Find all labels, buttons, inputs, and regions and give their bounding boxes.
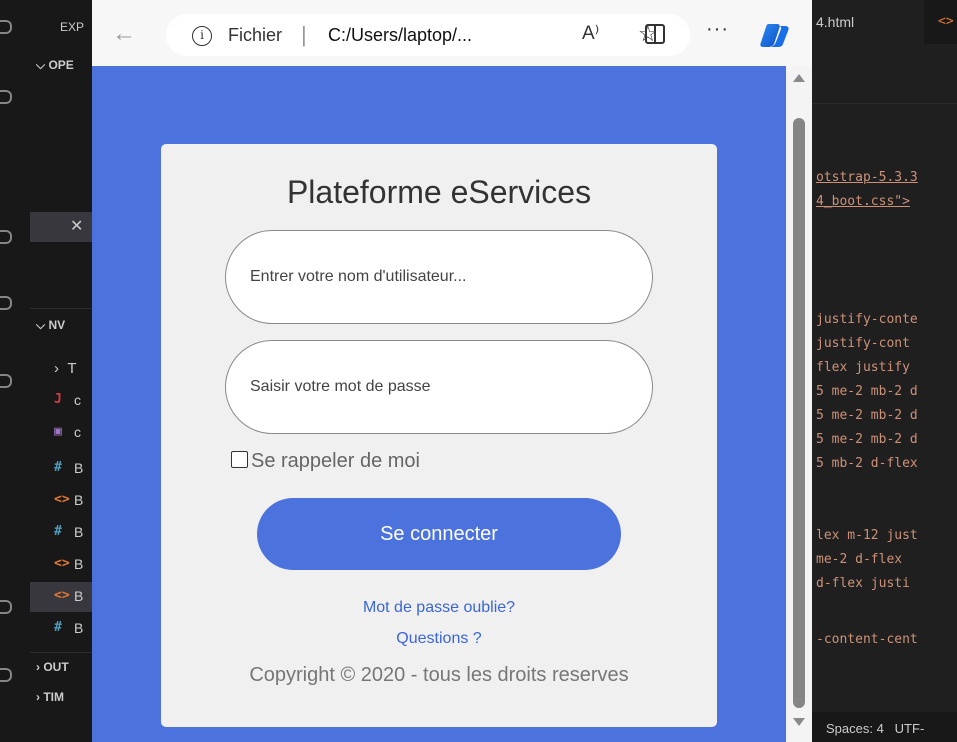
login-card: Plateforme eServices Se rappeler de moi … bbox=[161, 144, 717, 727]
file-item[interactable]: B bbox=[74, 524, 83, 540]
forgot-password-link[interactable]: Mot de passe oublie? bbox=[161, 599, 717, 617]
scroll-down-arrow-icon[interactable] bbox=[793, 718, 805, 726]
copilot-icon[interactable] bbox=[760, 22, 790, 48]
code-line[interactable]: 4_boot.css"> bbox=[816, 194, 910, 209]
code-line[interactable]: flex justify bbox=[816, 360, 910, 375]
code-line[interactable]: 5 me-2 mb-2 d bbox=[816, 408, 918, 423]
remember-checkbox[interactable] bbox=[231, 451, 248, 468]
vscode-activity-bar bbox=[0, 0, 30, 742]
copyright-text: Copyright © 2020 - tous les droits reser… bbox=[249, 664, 629, 686]
html-tab-icon[interactable]: <> bbox=[938, 14, 954, 29]
outline-section[interactable]: › OUT bbox=[36, 660, 69, 674]
scrollbar-thumb[interactable] bbox=[793, 118, 805, 708]
code-line[interactable]: 5 me-2 mb-2 d bbox=[816, 432, 918, 447]
code-line[interactable]: 5 me-2 mb-2 d bbox=[816, 384, 918, 399]
section-divider bbox=[30, 652, 92, 653]
login-button[interactable]: Se connecter bbox=[257, 498, 621, 570]
timeline-section[interactable]: › TIM bbox=[36, 690, 64, 704]
code-line[interactable]: me-2 d-flex bbox=[816, 552, 902, 567]
file-item[interactable]: B bbox=[74, 556, 83, 572]
close-icon[interactable]: ✕ bbox=[70, 216, 83, 236]
status-spaces[interactable]: Spaces: 4 bbox=[826, 721, 884, 736]
account-icon[interactable] bbox=[0, 600, 12, 614]
search-icon[interactable] bbox=[0, 90, 12, 104]
code-line[interactable]: -content-cent bbox=[816, 632, 918, 647]
editor-tab[interactable]: 4.html bbox=[812, 0, 924, 44]
back-arrow-icon[interactable]: ← bbox=[112, 20, 140, 48]
image-file-icon: ▣ bbox=[54, 424, 62, 439]
browser-window: ← i Fichier | C:/Users/laptop/... A⁾ ☆ ·… bbox=[92, 0, 812, 742]
read-aloud-icon[interactable]: A⁾ bbox=[582, 22, 599, 45]
scroll-up-arrow-icon[interactable] bbox=[793, 74, 805, 82]
html-file-icon: <> bbox=[54, 492, 70, 507]
code-line[interactable]: justify-conte bbox=[816, 312, 918, 327]
timeline-label: TIM bbox=[43, 690, 65, 704]
css-file-icon: # bbox=[54, 524, 62, 539]
section-divider bbox=[30, 308, 92, 309]
explorer-icon[interactable] bbox=[0, 20, 12, 34]
remember-label: Se rappeler de moi bbox=[251, 450, 420, 472]
page-viewport: Plateforme eServices Se rappeler de moi … bbox=[92, 66, 786, 742]
code-line[interactable]: otstrap-5.3.3 bbox=[816, 170, 918, 185]
file-item[interactable]: B bbox=[74, 460, 83, 476]
project-section[interactable]: ⌵ NV bbox=[36, 318, 65, 333]
editor-tab-bar: 4.html <> bbox=[812, 0, 957, 44]
run-icon[interactable] bbox=[0, 230, 12, 244]
info-icon[interactable]: i bbox=[192, 26, 212, 46]
folder-item[interactable]: › T bbox=[54, 360, 77, 377]
code-line[interactable]: justify-cont bbox=[816, 336, 910, 351]
code-line[interactable]: d-flex justi bbox=[816, 576, 910, 591]
html-file-icon: <> bbox=[54, 588, 70, 603]
open-editors-label: OPE bbox=[48, 58, 74, 72]
password-input[interactable] bbox=[225, 340, 653, 434]
explorer-header: EXP bbox=[60, 20, 85, 34]
address-divider: | bbox=[301, 22, 307, 47]
file-item[interactable]: B bbox=[74, 492, 83, 508]
code-line[interactable]: lex m-12 just bbox=[816, 528, 918, 543]
outline-label: OUT bbox=[43, 660, 69, 674]
split-screen-icon[interactable] bbox=[645, 24, 665, 44]
scheme-label: Fichier bbox=[228, 25, 283, 45]
address-bar[interactable]: i Fichier | C:/Users/laptop/... A⁾ ☆ bbox=[166, 14, 690, 56]
css-file-icon: # bbox=[54, 460, 62, 475]
more-options-icon[interactable]: ··· bbox=[706, 18, 729, 41]
open-editors-section[interactable]: ⌵ OPE bbox=[36, 58, 74, 73]
remote-icon[interactable] bbox=[0, 374, 12, 388]
url-text[interactable]: C:/Users/laptop/... bbox=[328, 25, 472, 46]
breadcrumb bbox=[812, 44, 957, 104]
browser-toolbar: ← i Fichier | C:/Users/laptop/... A⁾ ☆ ·… bbox=[92, 0, 812, 66]
settings-icon[interactable] bbox=[0, 668, 12, 682]
extensions-icon[interactable] bbox=[0, 296, 12, 310]
remember-me[interactable]: Se rappeler de moi bbox=[231, 450, 420, 473]
questions-link[interactable]: Questions ? bbox=[161, 630, 717, 648]
javascript-file-icon: J bbox=[54, 392, 62, 407]
status-encoding[interactable]: UTF- bbox=[895, 721, 925, 736]
username-input[interactable] bbox=[225, 230, 653, 324]
file-item[interactable]: c bbox=[74, 392, 81, 408]
css-file-icon: # bbox=[54, 620, 62, 635]
file-item[interactable]: B bbox=[74, 620, 83, 636]
page-title: Plateforme eServices bbox=[286, 174, 592, 210]
code-line[interactable]: 5 mb-2 d-flex bbox=[816, 456, 918, 471]
html-file-icon: <> bbox=[54, 556, 70, 571]
vscode-editor: 4.html <> otstrap-5.3.3 4_boot.css"> jus… bbox=[812, 0, 957, 742]
file-item[interactable]: B bbox=[74, 588, 83, 604]
file-item[interactable]: c bbox=[74, 424, 81, 440]
status-bar: Spaces: 4 UTF- bbox=[812, 712, 957, 742]
page-scrollbar[interactable] bbox=[786, 66, 812, 742]
vscode-sidebar: EXP ⌵ OPE ✕ ⌵ NV › T J c ▣ c # B <> B # … bbox=[30, 0, 92, 742]
project-label: NV bbox=[48, 318, 66, 332]
